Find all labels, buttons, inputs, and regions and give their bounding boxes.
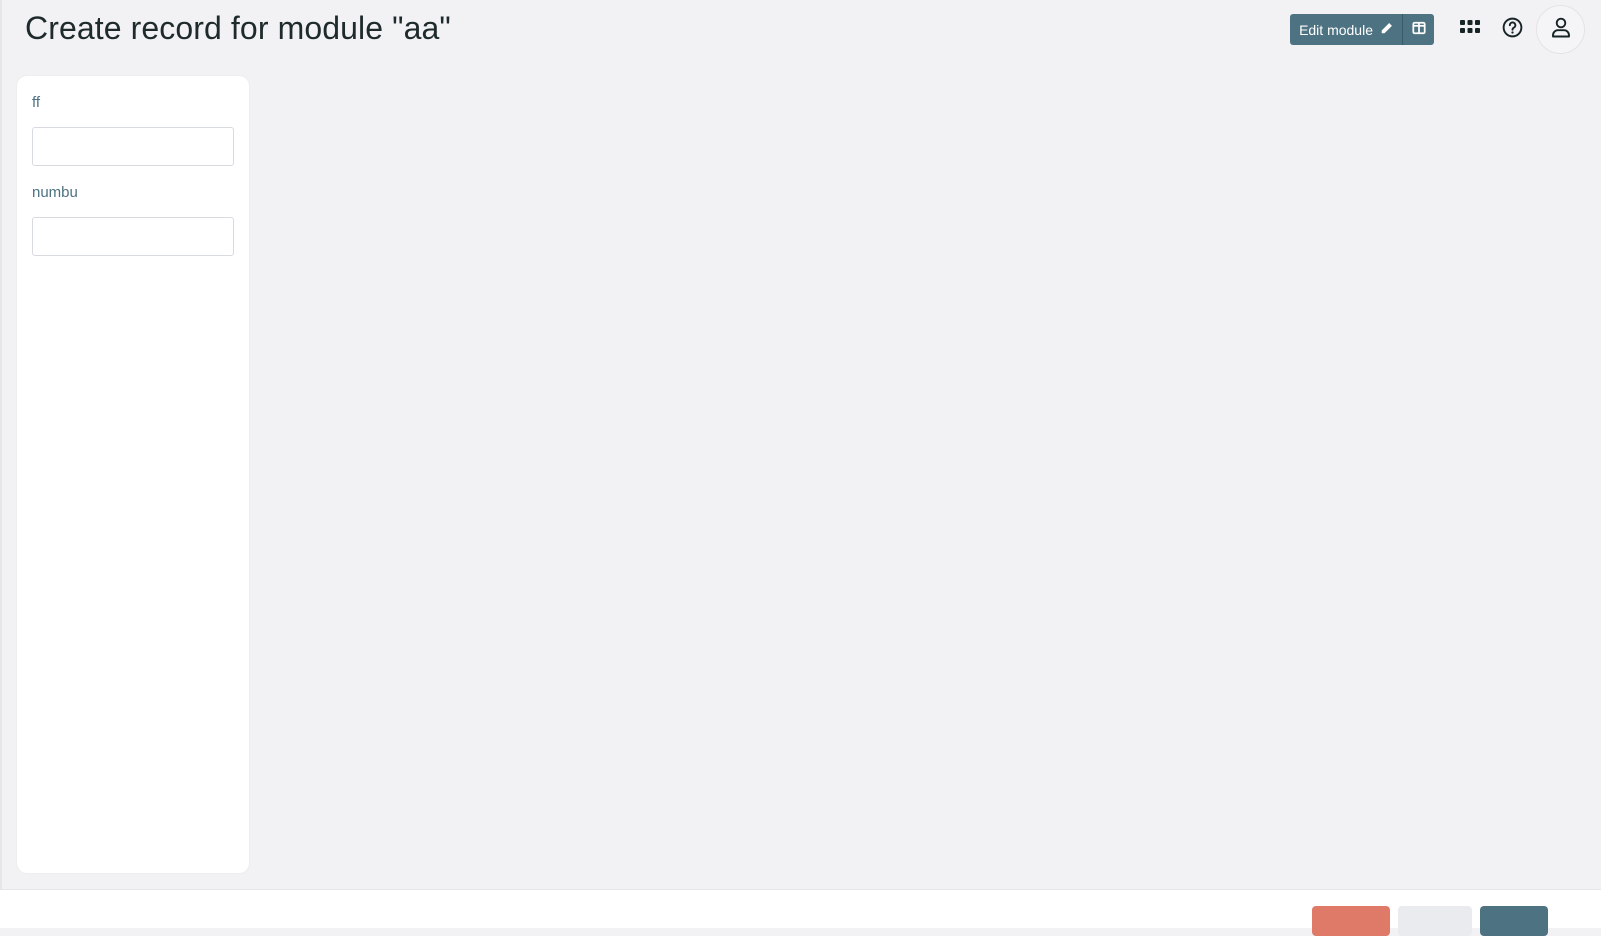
record-form-card: ff numbu [17,76,249,873]
left-edge-border [0,0,2,928]
edit-module-group: Edit module [1290,14,1434,45]
field-label-numbu: numbu [32,184,78,201]
columns-icon [1411,21,1426,38]
footer-action-bar [0,889,1601,936]
numbu-input[interactable] [32,217,234,256]
back-button[interactable] [1398,906,1472,936]
user-avatar-button[interactable] [1536,5,1585,54]
layout-toggle-button[interactable] [1402,14,1434,45]
edit-module-button[interactable]: Edit module [1290,14,1402,45]
header-toolbar: Edit module [1290,5,1585,54]
delete-button[interactable] [1312,906,1390,936]
save-button[interactable] [1480,906,1548,936]
page-title: Create record for module "aa" [25,10,451,46]
edit-module-label: Edit module [1299,21,1373,38]
ff-input[interactable] [32,127,234,166]
pencil-icon [1380,22,1393,38]
field-label-ff: ff [32,94,41,111]
help-circle-icon [1502,17,1523,43]
help-button[interactable] [1491,8,1534,51]
user-icon [1550,16,1572,43]
apps-button[interactable] [1448,8,1491,51]
grid-icon [1459,20,1480,39]
